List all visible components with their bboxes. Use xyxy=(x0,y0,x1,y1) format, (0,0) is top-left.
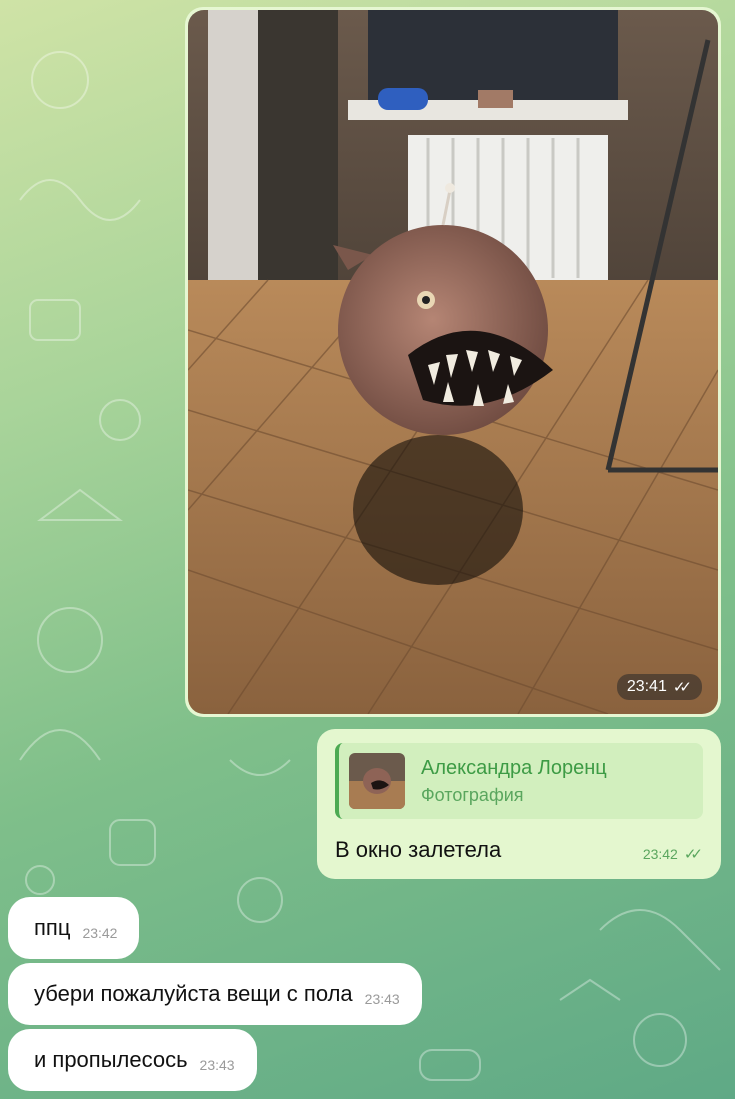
photo-time: 23:41 xyxy=(626,678,667,695)
double-check-icon: ✓✓ xyxy=(672,679,692,696)
photo-image[interactable]: 23:41 ✓✓ xyxy=(188,10,718,714)
photo-angler-fish-room xyxy=(188,10,718,714)
photo-message[interactable]: 23:41 ✓✓ xyxy=(185,7,721,717)
incoming-message[interactable]: ппц 23:42 xyxy=(8,897,140,959)
reply-message[interactable]: Александра Лоренц Фотография В окно зале… xyxy=(317,729,721,879)
message-text: В окно залетела xyxy=(335,837,502,862)
incoming-message[interactable]: убери пожалуйста вещи с пола 23:43 xyxy=(8,963,422,1025)
quote-media-type: Фотография xyxy=(421,785,524,805)
double-check-icon: ✓✓ xyxy=(683,846,703,863)
quote-thumbnail xyxy=(349,753,405,809)
photo-timestamp: 23:41 ✓✓ xyxy=(616,674,702,700)
message-time: 23:43 xyxy=(199,1057,235,1073)
reply-quote[interactable]: Александра Лоренц Фотография xyxy=(335,743,703,819)
message-time: 23:42 xyxy=(82,925,118,941)
message-text: убери пожалуйста вещи с пола xyxy=(34,981,353,1006)
incoming-message[interactable]: и пропылесось 23:43 xyxy=(8,1029,257,1091)
quote-author: Александра Лоренц xyxy=(421,757,607,779)
message-text: ппц xyxy=(34,915,71,940)
message-text: и пропылесось xyxy=(34,1047,188,1072)
message-time: 23:42 xyxy=(642,846,678,862)
message-time: 23:43 xyxy=(364,991,400,1007)
message-timestamp: 23:42 ✓✓ xyxy=(643,845,703,863)
